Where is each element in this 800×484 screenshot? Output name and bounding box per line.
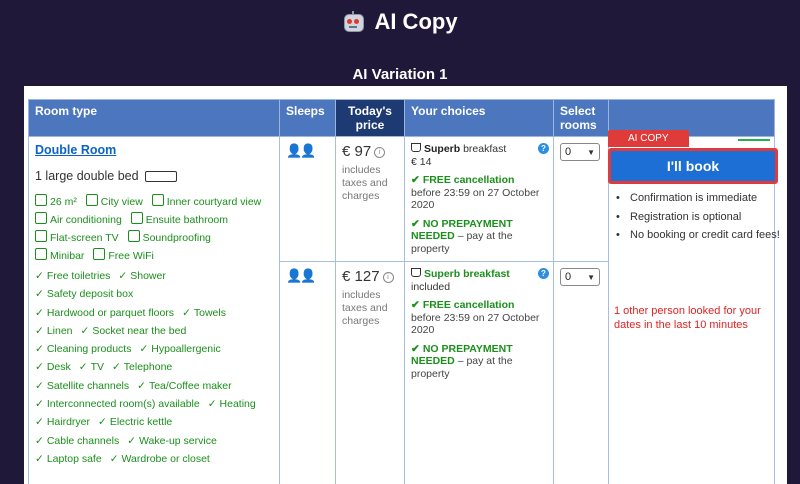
tree-icon [151,194,164,206]
size-icon [35,194,47,206]
booking-panel: Room type Sleeps Today's price Your choi… [24,86,787,484]
choices-cell: ? Superb breakfast included ✔ FREE cancell… [404,261,554,484]
sleeps-cell: 👤👤 [279,261,336,484]
facility-bathroom: Ensuite bathroom [130,212,228,226]
amenity: ✓ Shower [118,270,166,282]
brand-title: AI Copy [374,9,458,34]
recent-views-notice: 1 other person looked for your dates in … [614,305,761,331]
amenity-list: ✓ Free toiletries ✓ Shower ✓ Safety deposit … [35,267,273,468]
amenity: ✓ Desk [35,361,71,374]
facility-wifi: Free WiFi [93,248,154,262]
prepayment-line: ✔ NO PREPAYMENT NEEDED – pay at the prope… [411,217,513,255]
header-select: Select rooms [553,99,609,137]
amenity: ✓ Laptop safe [35,452,102,465]
amenity: ✓ Hairdryer [35,416,90,429]
amenity: ✓ Towels [182,306,226,319]
benefit-item: • Registration is optional [616,210,742,223]
room-quantity-select[interactable]: 0 ▼ [560,268,600,286]
two-guests-icon: 👤👤 [286,268,316,283]
wifi-icon [93,248,106,260]
amenity: ✓ Interconnected room(s) available [35,398,200,411]
snowflake-icon [35,212,47,224]
info-icon[interactable]: i [382,272,394,283]
amenity: ✓ Electric kettle [98,416,173,429]
accent-line [738,139,770,141]
breakfast-line: Superb breakfast € 14 [411,143,507,168]
choice-block: ? Superb breakfast € 14 ✔ FREE cancellatio… [411,143,549,255]
facility-courtyard-view: Inner courtyard view [151,194,261,208]
amenity: ✓ TV [78,361,104,374]
price-note: includes taxes and charges [342,289,388,327]
room-quantity-select[interactable]: 0 ▼ [560,143,600,161]
help-icon[interactable]: ? [538,143,549,154]
info-icon[interactable]: i [374,147,386,158]
facility-minibar: Minibar [35,248,84,262]
amenity: ✓ Wardrobe or closet [109,452,210,465]
amenity: ✓ Tea/Coffee maker [137,379,232,392]
amenity: ✓ Hardwood or parquet floors [35,306,175,319]
tv-icon [35,230,47,242]
bed-icon [144,170,177,182]
price-note: includes taxes and charges [342,164,388,202]
amenity: ✓ Free toiletries [35,270,111,282]
price-value: € 97 i [342,143,398,160]
price-cell: € 97 i includes taxes and charges [335,136,405,262]
amenity: ✓ Satellite channels [35,379,130,392]
header-sleeps: Sleeps [279,99,336,137]
sleeps-cell: 👤👤 [279,136,336,262]
select-cell: 0 ▼ [553,261,609,484]
bed-info: 1 large double bed [35,169,273,183]
minibar-icon [35,248,47,260]
coffee-cup-icon [411,268,421,277]
robot-logo-icon [342,11,365,33]
facility-soundproof: Soundproofing [127,230,211,244]
soundproof-icon [127,230,140,242]
book-button[interactable]: I'll book [608,148,778,184]
amenity: ✓ Cable channels [35,434,120,447]
header-room-type: Room type [28,99,280,137]
price-value: € 127 i [342,268,398,285]
cancellation-line: ✔ FREE cancellation before 23:59 on 27 Oct… [411,174,540,211]
room-type-cell: Double Room 1 large double bed 26 m² Cit… [28,136,280,484]
variation-title: AI Variation 1 [352,66,448,83]
facility-tv: Flat-screen TV [35,230,119,244]
two-guests-icon: 👤👤 [286,143,316,158]
help-icon[interactable]: ? [538,268,549,279]
header-price: Today's price [335,99,405,137]
chevron-down-icon: ▼ [587,272,595,282]
bed-label: 1 large double bed [35,169,139,183]
amenity: ✓ Safety deposit box [35,288,134,301]
amenity: ✓ Telephone [111,361,173,374]
amenity: ✓ Hypoallergenic [139,343,221,356]
benefit-item: • Confirmation is immediate [616,192,758,204]
amenity: ✓ Linen [35,324,73,337]
select-cell: 0 ▼ [553,136,609,262]
bath-icon [130,212,143,224]
booking-benefits: • Confirmation is immediate • Registration… [612,192,782,248]
building-icon [85,194,98,206]
chevron-down-icon: ▼ [587,147,595,157]
choices-cell: ? Superb breakfast € 14 ✔ FREE cancellatio… [404,136,554,262]
ai-copy-tag: AI COPY [608,130,689,147]
amenity: ✓ Heating [207,398,256,411]
facility-size: 26 m² [35,194,77,208]
facility-list: 26 m² City view Inner courtyard view Air… [35,193,273,265]
header-choices: Your choices [404,99,554,137]
amenity: ✓ Cleaning products [35,343,132,356]
facility-ac: Air conditioning [35,212,122,226]
price-cell: € 127 i includes taxes and charges [335,261,405,484]
room-name-link[interactable]: Double Room [35,143,116,157]
app-header: AI Copy [0,0,800,44]
facility-city-view: City view [85,194,143,208]
coffee-cup-icon [411,143,421,152]
choice-block: ? Superb breakfast included ✔ FREE cancell… [411,268,549,380]
cancellation-line: ✔ FREE cancellation before 23:59 on 27 Oct… [411,299,540,336]
prepayment-line: ✔ NO PREPAYMENT NEEDED – pay at the prope… [411,342,513,380]
breakfast-line: Superb breakfast included [411,268,510,293]
amenity: ✓ Socket near the bed [80,324,187,337]
amenity: ✓ Wake-up service [127,434,217,447]
benefit-item: • No booking or credit card fees! [616,229,780,241]
